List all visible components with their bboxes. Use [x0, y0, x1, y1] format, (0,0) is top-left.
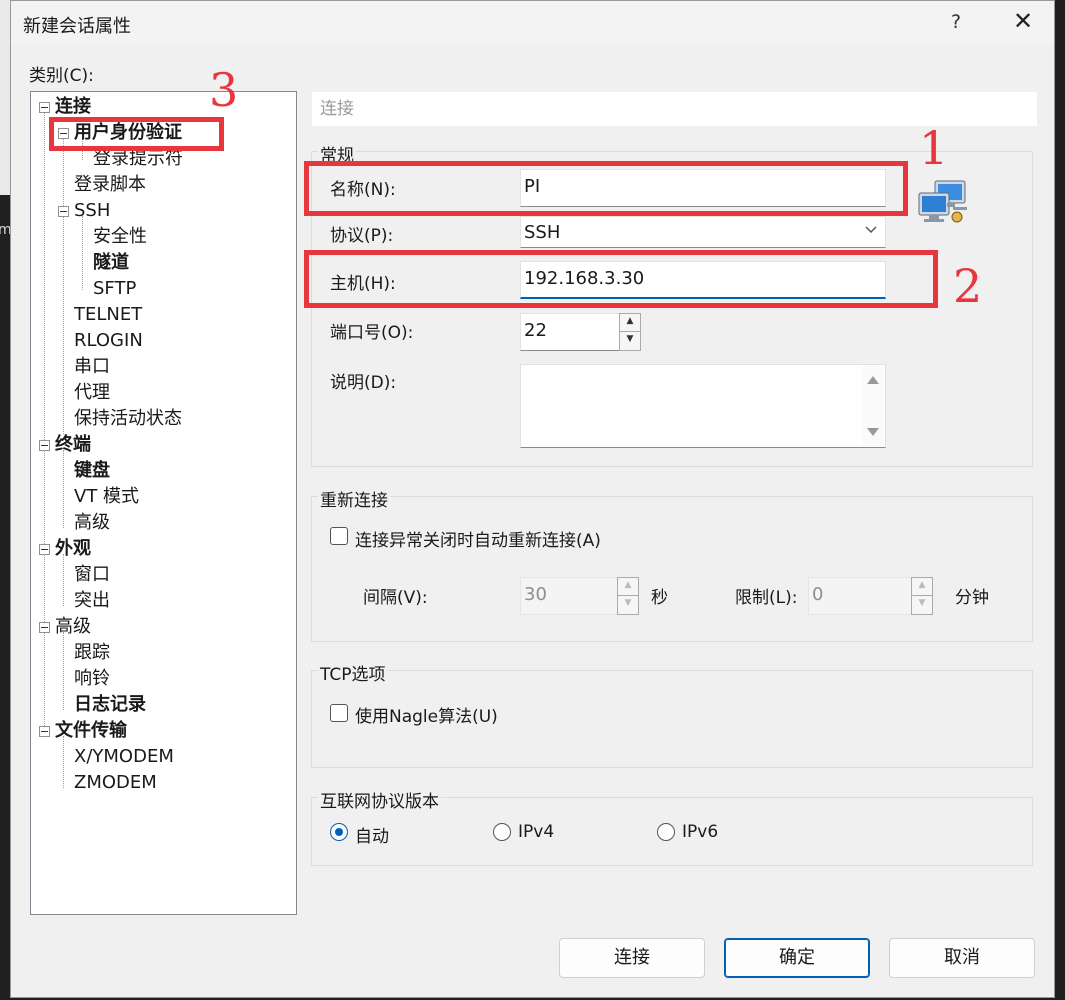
tree-item-rlogin[interactable]: RLOGIN	[74, 330, 143, 352]
ipv4-label[interactable]: IPv4	[518, 822, 554, 842]
interval-unit: 秒	[651, 588, 668, 608]
tree-item-terminal-advanced[interactable]: 高级	[74, 512, 110, 534]
category-label: 类别(C):	[29, 66, 94, 86]
tree-item-logging[interactable]: 日志记录	[74, 694, 146, 716]
stepper-down-icon[interactable]: ▼	[620, 332, 640, 350]
tree-guide-line	[82, 216, 83, 290]
tree-item-serial[interactable]: 串口	[74, 356, 110, 378]
tree-item-trace[interactable]: 跟踪	[74, 642, 110, 664]
collapse-icon[interactable]	[39, 544, 50, 555]
chevron-down-icon[interactable]	[864, 223, 878, 239]
session-properties-dialog: 新建会话属性 ? ✕ 类别(C): 连接 用户身份验证 登录提示符 登录脚本 S…	[10, 0, 1055, 998]
tree-item-highlight[interactable]: 突出	[74, 590, 110, 612]
network-computers-icon	[917, 177, 973, 234]
tree-item-file-transfer[interactable]: 文件传输	[55, 720, 127, 742]
help-button[interactable]: ?	[943, 11, 969, 33]
tree-guide-line	[44, 110, 45, 728]
ipv6-radio[interactable]	[657, 823, 675, 841]
reconnect-group-title: 重新连接	[318, 486, 390, 511]
interval-input[interactable]: 30	[520, 577, 618, 615]
tree-item-vt-mode[interactable]: VT 模式	[74, 486, 139, 508]
limit-input[interactable]: 0	[808, 577, 912, 615]
nagle-label[interactable]: 使用Nagle算法(U)	[355, 702, 498, 727]
tree-item-connection[interactable]: 连接	[55, 96, 91, 118]
tree-guide-line	[63, 136, 64, 434]
tree-item-advanced[interactable]: 高级	[55, 616, 91, 638]
collapse-icon[interactable]	[39, 622, 50, 633]
port-stepper[interactable]: ▲ ▼	[619, 313, 641, 351]
title-bar: 新建会话属性 ? ✕	[11, 1, 1054, 45]
annotation-number-3: 3	[209, 63, 239, 117]
collapse-icon[interactable]	[58, 206, 69, 217]
limit-stepper[interactable]: ▲ ▼	[911, 577, 933, 615]
annotation-number-2: 2	[953, 259, 983, 313]
annotation-box-user-auth	[49, 117, 224, 151]
category-tree[interactable]: 连接 用户身份验证 登录提示符 登录脚本 SSH 安全性 隧道 SFTP TEL…	[30, 91, 297, 915]
auto-reconnect-label[interactable]: 连接异常关闭时自动重新连接(A)	[355, 526, 601, 551]
auto-reconnect-checkbox[interactable]	[330, 527, 348, 545]
tree-item-keyboard[interactable]: 键盘	[74, 460, 110, 482]
description-textarea[interactable]	[520, 364, 886, 448]
scroll-up-icon[interactable]	[867, 376, 879, 384]
interval-label: 间隔(V):	[363, 588, 428, 608]
tree-guide-line	[63, 736, 64, 788]
annotation-number-1: 1	[919, 121, 949, 175]
tree-item-zmodem[interactable]: ZMODEM	[74, 772, 157, 794]
description-scrollbar[interactable]	[862, 366, 884, 446]
scroll-down-icon[interactable]	[867, 428, 879, 436]
tree-item-appearance[interactable]: 外观	[55, 538, 91, 560]
collapse-icon[interactable]	[39, 102, 50, 113]
protocol-label: 协议(P):	[330, 226, 394, 246]
close-icon[interactable]: ✕	[1009, 7, 1037, 35]
reconnect-group	[311, 496, 1033, 642]
tree-item-ssh[interactable]: SSH	[74, 200, 110, 222]
tree-item-sftp[interactable]: SFTP	[93, 278, 136, 300]
stepper-up-icon[interactable]: ▲	[912, 578, 932, 596]
limit-unit: 分钟	[955, 588, 989, 608]
cancel-button[interactable]: 取消	[889, 938, 1035, 978]
ipv6-label[interactable]: IPv6	[682, 822, 718, 842]
tree-guide-line	[63, 450, 64, 528]
ok-button[interactable]: 确定	[724, 938, 870, 978]
tree-item-security[interactable]: 安全性	[93, 226, 147, 248]
stepper-up-icon[interactable]: ▲	[618, 578, 638, 596]
tree-item-tunnel[interactable]: 隧道	[93, 252, 129, 274]
tree-item-bell[interactable]: 响铃	[74, 668, 110, 690]
stepper-up-icon[interactable]: ▲	[620, 314, 640, 332]
ip-version-group-title: 互联网协议版本	[318, 787, 441, 812]
limit-label: 限制(L):	[735, 588, 798, 608]
tcp-group-title: TCP选项	[318, 660, 388, 685]
tree-item-xymodem[interactable]: X/YMODEM	[74, 746, 174, 768]
tree-item-proxy[interactable]: 代理	[74, 382, 110, 404]
ip-auto-label[interactable]: 自动	[355, 822, 389, 847]
collapse-icon[interactable]	[39, 440, 50, 451]
protocol-select[interactable]: SSH	[520, 216, 886, 248]
nagle-checkbox[interactable]	[330, 704, 348, 722]
annotation-box-name	[304, 161, 908, 216]
tree-item-login-prompts[interactable]: 登录提示符	[93, 148, 183, 170]
stepper-down-icon[interactable]: ▼	[912, 596, 932, 614]
tree-item-keepalive[interactable]: 保持活动状态	[74, 408, 182, 430]
port-label: 端口号(O):	[330, 323, 414, 343]
tree-item-terminal[interactable]: 终端	[55, 434, 91, 456]
collapse-icon[interactable]	[39, 726, 50, 737]
tree-guide-line	[63, 554, 64, 606]
port-input[interactable]: 22	[520, 313, 620, 351]
interval-stepper[interactable]: ▲ ▼	[617, 577, 639, 615]
annotation-box-host	[304, 250, 938, 308]
ipv4-radio[interactable]	[493, 823, 511, 841]
window-title: 新建会话属性	[23, 16, 131, 37]
tree-item-login-scripts[interactable]: 登录脚本	[74, 174, 146, 196]
tree-item-window[interactable]: 窗口	[74, 564, 110, 586]
description-label: 说明(D):	[330, 373, 397, 393]
stepper-down-icon[interactable]: ▼	[618, 596, 638, 614]
connect-button[interactable]: 连接	[559, 938, 705, 978]
tree-guide-line	[63, 632, 64, 710]
tree-item-telnet[interactable]: TELNET	[74, 304, 142, 326]
ip-auto-radio[interactable]	[330, 823, 348, 841]
